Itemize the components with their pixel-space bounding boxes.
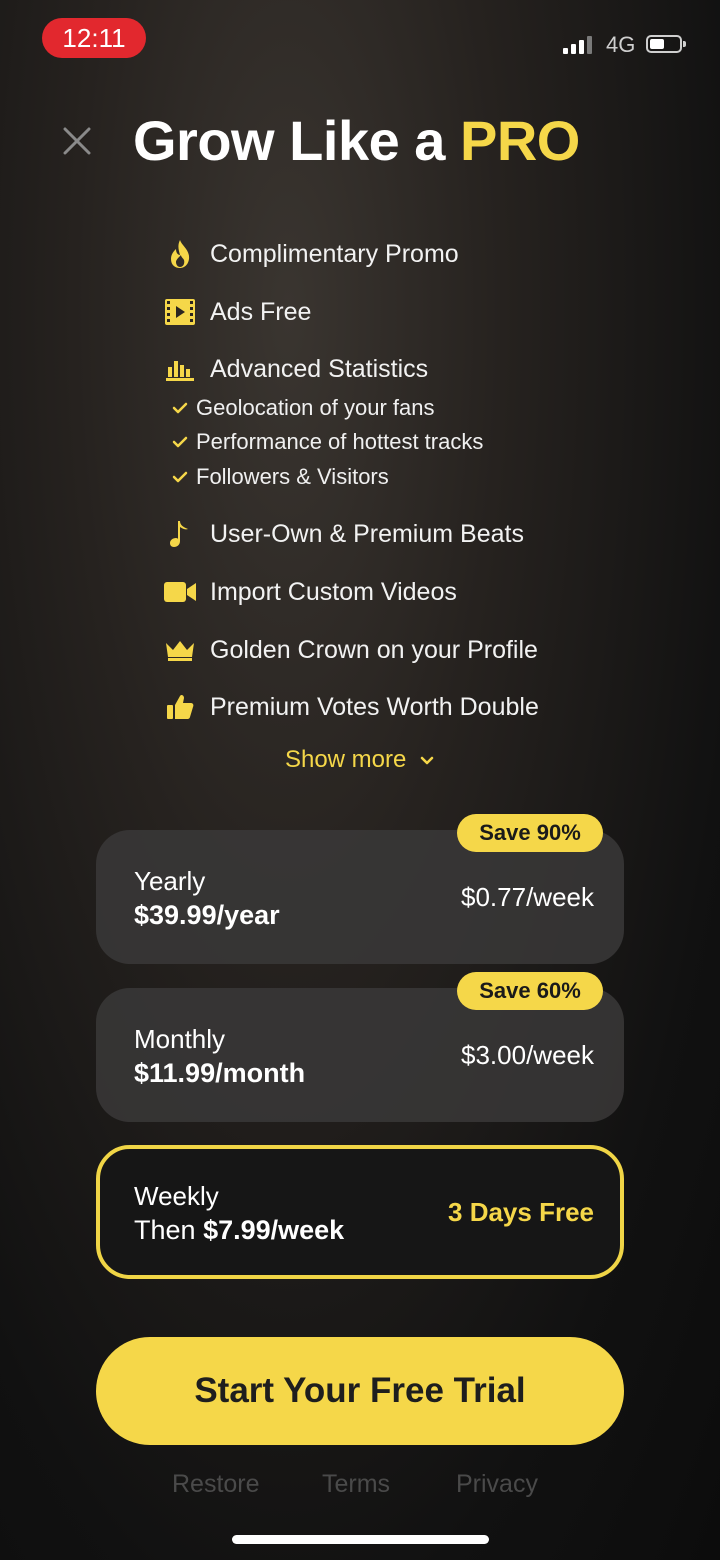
plan-price: $11.99/month — [134, 1058, 306, 1088]
crown-icon — [162, 632, 198, 668]
feature-item: User-Own & Premium Beats — [162, 514, 524, 554]
plan-trial-label: 3 Days Free — [448, 1197, 594, 1227]
home-indicator — [232, 1535, 489, 1544]
music-note-icon — [162, 516, 198, 552]
subfeature-label: Performance of hottest tracks — [196, 429, 484, 454]
battery-icon — [646, 35, 686, 53]
flame-icon — [162, 236, 198, 272]
title-prefix: Grow Like a — [133, 109, 445, 172]
feature-label: Ads Free — [210, 297, 312, 326]
check-icon — [170, 398, 190, 418]
feature-label: User-Own & Premium Beats — [210, 519, 524, 548]
subfeature-label: Geolocation of your fans — [196, 395, 435, 420]
show-more-label: Show more — [284, 746, 407, 773]
bar-chart-icon — [162, 351, 198, 387]
plan-weekly-rate: $3.00/week — [461, 1040, 594, 1070]
plan-price-prefix: Then — [134, 1215, 196, 1245]
network-type: 4G — [606, 32, 636, 57]
subfeature-item: Geolocation of your fans — [170, 391, 434, 425]
status-time: 12:11 — [42, 18, 146, 58]
feature-item: Golden Crown on your Profile — [162, 630, 538, 670]
feature-item: Advanced Statistics — [162, 349, 428, 389]
feature-label: Premium Votes Worth Double — [210, 692, 539, 721]
feature-item: Complimentary Promo — [162, 234, 459, 274]
film-play-icon — [162, 294, 198, 330]
privacy-link[interactable]: Privacy — [456, 1470, 538, 1499]
start-free-trial-button[interactable]: Start Your Free Trial — [96, 1337, 624, 1445]
feature-item: Premium Votes Worth Double — [162, 687, 539, 727]
terms-link[interactable]: Terms — [322, 1470, 390, 1499]
feature-label: Advanced Statistics — [210, 354, 429, 383]
plan-name: Weekly — [134, 1181, 219, 1211]
feature-item: Ads Free — [162, 292, 311, 332]
plan-price: Then $7.99/week — [134, 1215, 344, 1246]
subfeature-item: Followers & Visitors — [170, 460, 389, 494]
feature-label: Import Custom Videos — [210, 577, 457, 606]
check-icon — [170, 467, 190, 487]
save-badge: Save 90% — [457, 814, 603, 852]
cellular-signal-icon — [563, 36, 592, 54]
plan-weekly-rate: $0.77/week — [461, 882, 594, 912]
check-icon — [170, 432, 190, 452]
plan-weekly[interactable]: Weekly Then $7.99/week 3 Days Free — [96, 1145, 624, 1279]
title-highlight: PRO — [460, 109, 580, 172]
thumbs-up-icon — [162, 689, 198, 725]
page-title: Grow Like a PRO — [133, 108, 580, 173]
plan-name: Yearly — [134, 866, 206, 896]
feature-label: Complimentary Promo — [210, 239, 459, 268]
subfeature-item: Performance of hottest tracks — [170, 425, 483, 459]
close-icon[interactable] — [60, 124, 94, 158]
plan-name: Monthly — [134, 1024, 226, 1054]
show-more-button[interactable]: Show more — [0, 746, 720, 774]
video-camera-icon — [162, 574, 198, 610]
feature-label: Golden Crown on your Profile — [210, 635, 538, 664]
save-badge: Save 60% — [457, 972, 603, 1010]
restore-link[interactable]: Restore — [172, 1470, 260, 1499]
subfeature-label: Followers & Visitors — [196, 464, 389, 489]
plan-price-value: $7.99/week — [203, 1215, 345, 1245]
feature-item: Import Custom Videos — [162, 572, 457, 612]
plan-price: $39.99/year — [134, 900, 280, 930]
chevron-down-icon — [420, 756, 434, 764]
